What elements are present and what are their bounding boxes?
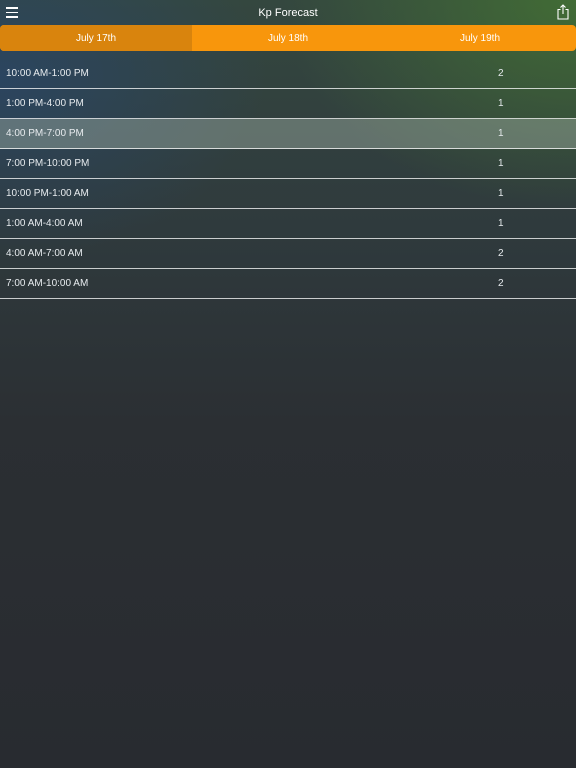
hamburger-menu-icon[interactable] xyxy=(6,7,18,18)
kp-value: 1 xyxy=(498,218,504,229)
forecast-row[interactable]: 4:00 AM-7:00 AM 2 xyxy=(0,239,576,269)
tab-july-19th[interactable]: July 19th xyxy=(384,25,576,51)
time-range-label: 7:00 PM-10:00 PM xyxy=(6,158,90,169)
forecast-row[interactable]: 7:00 AM-10:00 AM 2 xyxy=(0,269,576,299)
forecast-row[interactable]: 10:00 AM-1:00 PM 2 xyxy=(0,59,576,89)
forecast-row[interactable]: 1:00 PM-4:00 PM 1 xyxy=(0,89,576,119)
forecast-row[interactable]: 1:00 AM-4:00 AM 1 xyxy=(0,209,576,239)
kp-value: 1 xyxy=(498,188,504,199)
kp-value: 1 xyxy=(498,98,504,109)
kp-value: 1 xyxy=(498,158,504,169)
kp-value: 1 xyxy=(498,128,504,139)
kp-value: 2 xyxy=(498,248,504,259)
page-title: Kp Forecast xyxy=(258,6,318,19)
tab-july-18th[interactable]: July 18th xyxy=(192,25,384,51)
time-range-label: 1:00 PM-4:00 PM xyxy=(6,98,84,109)
navigation-bar: Kp Forecast xyxy=(0,0,576,25)
forecast-row[interactable]: 7:00 PM-10:00 PM 1 xyxy=(0,149,576,179)
time-range-label: 4:00 AM-7:00 AM xyxy=(6,248,83,259)
time-range-label: 7:00 AM-10:00 AM xyxy=(6,278,89,289)
share-icon[interactable] xyxy=(556,4,570,20)
forecast-row[interactable]: 10:00 PM-1:00 AM 1 xyxy=(0,179,576,209)
time-range-label: 10:00 AM-1:00 PM xyxy=(6,68,89,79)
kp-value: 2 xyxy=(498,278,504,289)
time-range-label: 10:00 PM-1:00 AM xyxy=(6,188,89,199)
date-tab-bar: July 17th July 18th July 19th xyxy=(0,25,576,51)
tab-july-17th[interactable]: July 17th xyxy=(0,25,192,51)
kp-value: 2 xyxy=(498,68,504,79)
time-range-label: 4:00 PM-7:00 PM xyxy=(6,128,84,139)
time-range-label: 1:00 AM-4:00 AM xyxy=(6,218,83,229)
kp-forecast-list: 10:00 AM-1:00 PM 2 1:00 PM-4:00 PM 1 4:0… xyxy=(0,59,576,299)
forecast-row-current[interactable]: 4:00 PM-7:00 PM 1 xyxy=(0,119,576,149)
